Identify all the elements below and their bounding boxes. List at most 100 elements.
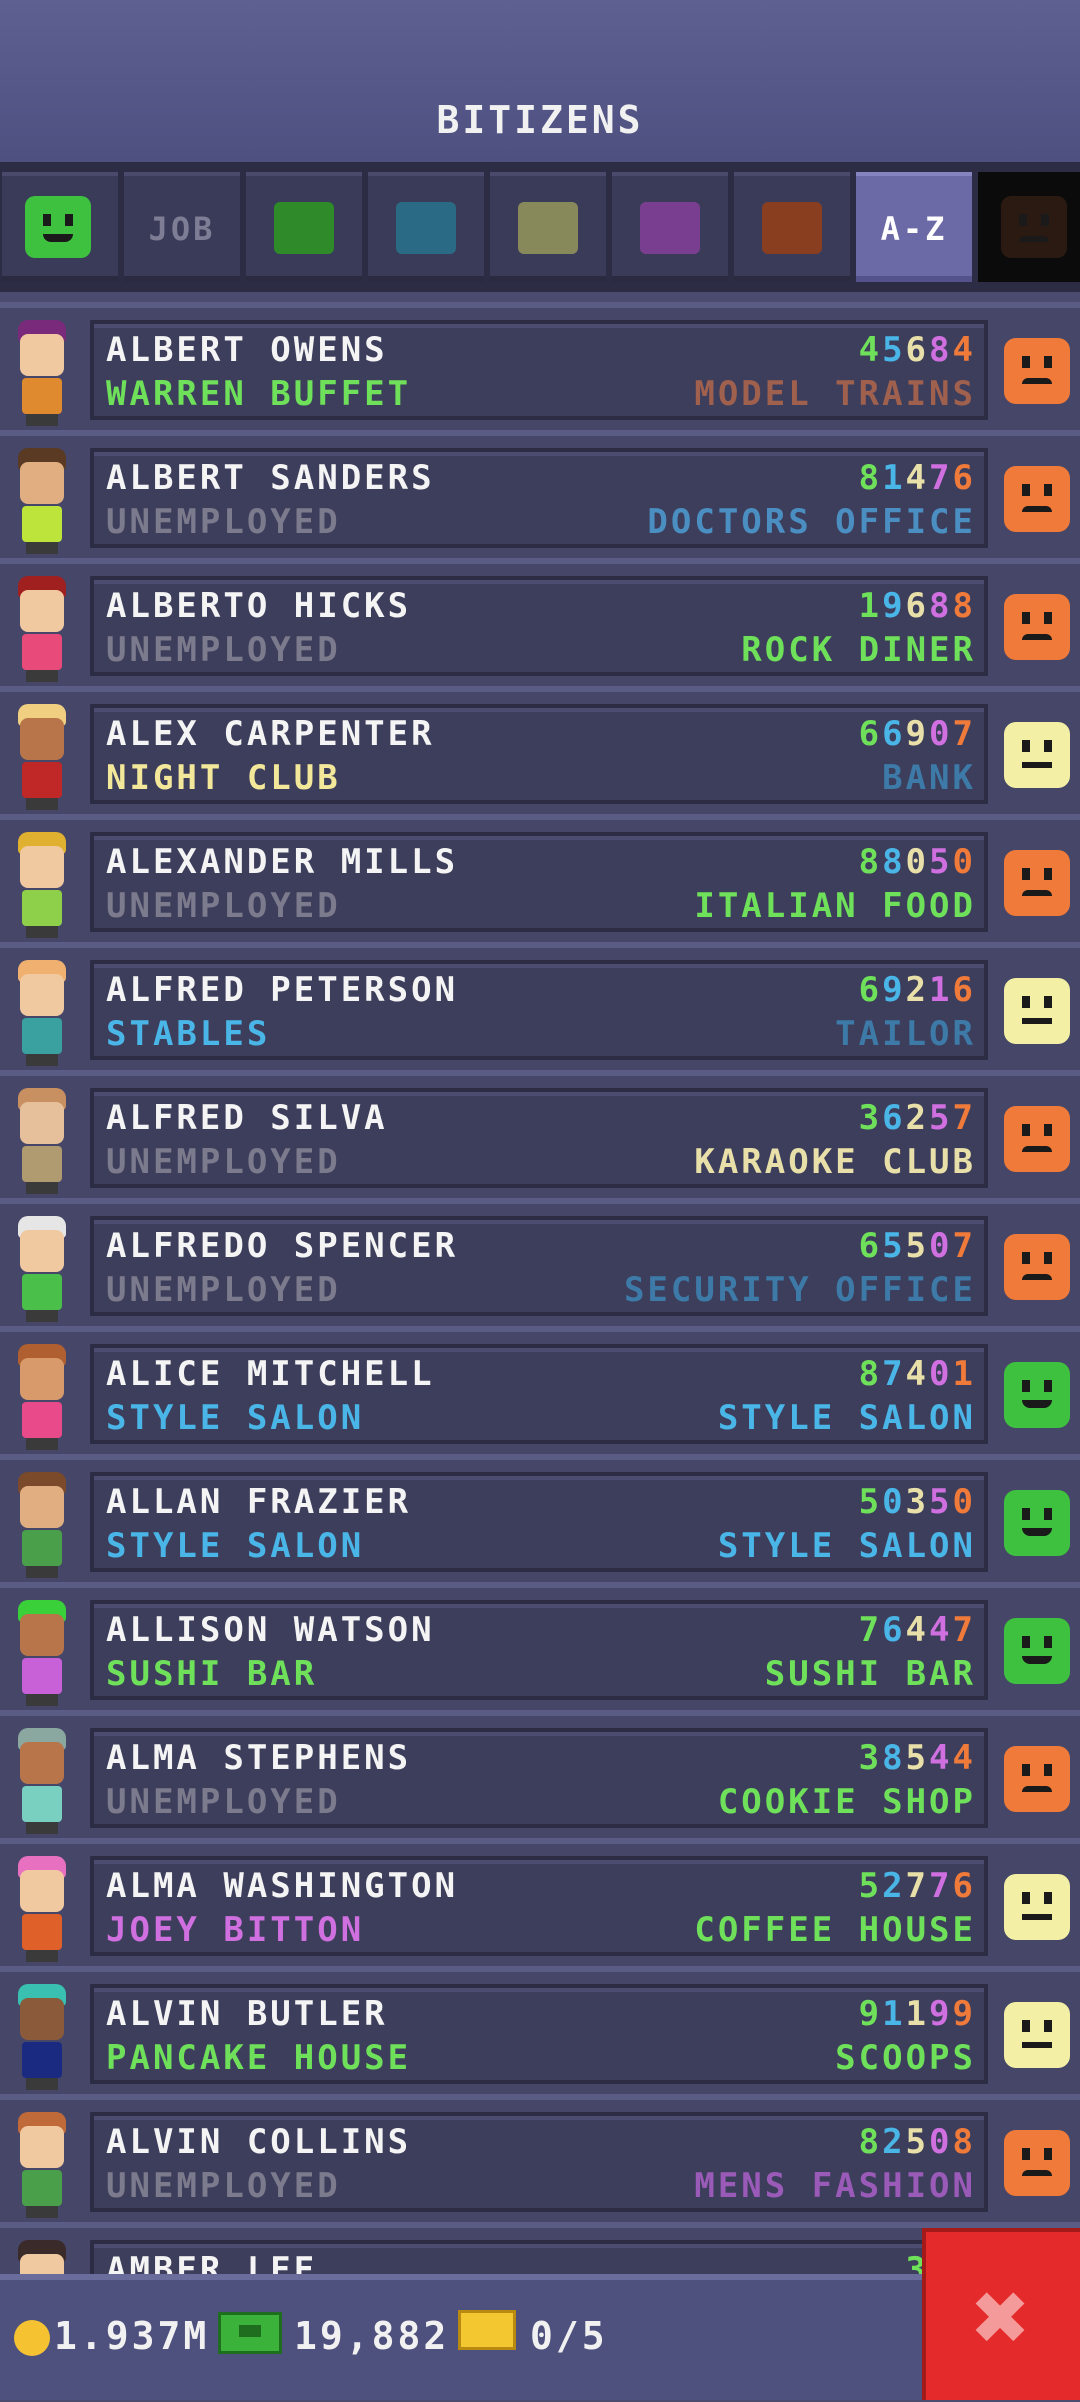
bitizen-name: ALLAN FRAZIER	[106, 1482, 412, 1522]
bitizen-home: ROCK DINER	[741, 630, 976, 670]
bitizen-row[interactable]: ALMA STEPHENS UNEMPLOYED 38544 COOKIE SHOP	[0, 1710, 1080, 1838]
bitizen-row[interactable]: ALFRED SILVA UNEMPLOYED 36257 KARAOKE CLUB	[0, 1070, 1080, 1198]
bitizen-avatar	[8, 704, 76, 812]
bitizen-row[interactable]: ALLISON WATSON SUSHI BAR 76447 SUSHI BAR	[0, 1582, 1080, 1710]
neutral-face-icon	[1004, 1874, 1070, 1940]
bitizen-name: ALVIN COLLINS	[106, 2122, 412, 2162]
bitizen-list[interactable]: ALBERT OWENS WARREN BUFFET 45684 MODEL TRAI…	[0, 292, 1080, 2274]
happy-face-icon	[1004, 1362, 1070, 1428]
color-swatch-icon	[274, 202, 334, 254]
bitizen-name: ALEXANDER MILLS	[106, 842, 459, 882]
happy-face-icon	[1004, 1618, 1070, 1684]
bitizen-row[interactable]: AMBER LEE335	[0, 2222, 1080, 2274]
tab-color-filter[interactable]	[490, 172, 606, 282]
bux-value: 19,882	[294, 2314, 450, 2358]
bitizen-avatar	[8, 1088, 76, 1196]
bitizen-job: STABLES	[106, 1014, 271, 1054]
color-swatch-icon	[518, 202, 578, 254]
bitizen-row[interactable]: ALBERTO HICKS UNEMPLOYED 19688 ROCK DINER	[0, 558, 1080, 686]
bitizen-row[interactable]: ALLAN FRAZIER STYLE SALON 50350 STYLE SALON	[0, 1454, 1080, 1582]
dream-job-number: 38544	[858, 1738, 976, 1778]
close-button[interactable]: ✖	[922, 2228, 1080, 2400]
sad-face-icon	[1004, 1106, 1070, 1172]
bitizen-home: KARAOKE CLUB	[694, 1142, 976, 1182]
bitizen-job: UNEMPLOYED	[106, 1142, 341, 1182]
bitizen-avatar	[8, 1856, 76, 1964]
bitizen-name: ALVIN BUTLER	[106, 1994, 388, 2034]
bitizen-home: STYLE SALON	[717, 1526, 976, 1566]
bitizen-card: ALFRED PETERSON STABLES 69216 TAILOR	[90, 960, 988, 1060]
bitizen-home: DOCTORS OFFICE	[647, 502, 976, 542]
bitizen-job: JOEY BITTON	[106, 1910, 365, 1950]
bitizen-avatar	[8, 448, 76, 556]
bitizen-avatar	[8, 1728, 76, 1836]
bitizen-row[interactable]: ALICE MITCHELL STYLE SALON 87401 STYLE SALO…	[0, 1326, 1080, 1454]
sad-face-icon	[1004, 2130, 1070, 2196]
color-swatch-icon	[396, 202, 456, 254]
bitizen-job: SUSHI BAR	[106, 1654, 318, 1694]
bitizen-card: ALMA STEPHENS UNEMPLOYED 38544 COOKIE SHOP	[90, 1728, 988, 1828]
bitizen-home: COFFEE HOUSE	[694, 1910, 976, 1950]
dream-job-number: 19688	[858, 586, 976, 626]
bitizen-home: MODEL TRAINS	[694, 374, 976, 414]
bitizen-home: BANK	[882, 758, 976, 798]
bitizen-name: ALBERT SANDERS	[106, 458, 435, 498]
bitizen-job: NIGHT CLUB	[106, 758, 341, 798]
bitizen-card: ALMA WASHINGTON JOEY BITTON 52776 COFFEE HO…	[90, 1856, 988, 1956]
bitizen-avatar	[8, 1472, 76, 1580]
bitizen-job: UNEMPLOYED	[106, 1782, 341, 1822]
tab-mood-sad[interactable]	[978, 172, 1080, 282]
bitizen-name: ALFRED PETERSON	[106, 970, 459, 1010]
bitizen-home: ITALIAN FOOD	[694, 886, 976, 926]
filter-tabs: JOB A-Z	[0, 162, 1080, 292]
bitizen-card: ALBERT SANDERS UNEMPLOYED 81476 DOCTORS OFF…	[90, 448, 988, 548]
sad-face-icon	[1004, 466, 1070, 532]
bitizen-row[interactable]: ALVIN BUTLER PANCAKE HOUSE 91199 SCOOPS	[0, 1966, 1080, 2094]
bitizen-row[interactable]: ALEXANDER MILLS UNEMPLOYED 88050 ITALIAN FO…	[0, 814, 1080, 942]
dream-job-number: 76447	[858, 1610, 976, 1650]
bitizen-card: ALFREDO SPENCER UNEMPLOYED 65507 SECURITY O…	[90, 1216, 988, 1316]
tab-mood-happy[interactable]	[2, 172, 118, 282]
sad-face-icon	[1004, 1746, 1070, 1812]
tab-color-filter[interactable]	[612, 172, 728, 282]
bitizen-name: ALMA STEPHENS	[106, 1738, 412, 1778]
bitizen-home: SECURITY OFFICE	[623, 1270, 976, 1310]
dream-job-number: 52776	[858, 1866, 976, 1906]
bitizen-card: ALLAN FRAZIER STYLE SALON 50350 STYLE SALON	[90, 1472, 988, 1572]
bitizen-avatar	[8, 1216, 76, 1324]
bitizen-row[interactable]: ALBERT OWENS WARREN BUFFET 45684 MODEL TRAI…	[0, 302, 1080, 430]
bitizen-name: ALICE MITCHELL	[106, 1354, 435, 1394]
bitizen-avatar	[8, 2240, 76, 2274]
bitizen-avatar	[8, 2112, 76, 2220]
dream-job-number: 88050	[858, 842, 976, 882]
bux-icon	[218, 2312, 282, 2354]
bitizen-job: STYLE SALON	[106, 1526, 365, 1566]
bitizen-job: WARREN BUFFET	[106, 374, 412, 414]
tab-job[interactable]: JOB	[124, 172, 240, 282]
bitizen-row[interactable]: ALFREDO SPENCER UNEMPLOYED 65507 SECURITY O…	[0, 1198, 1080, 1326]
tab-color-filter[interactable]	[734, 172, 850, 282]
bitizen-home: SUSHI BAR	[764, 1654, 976, 1694]
bitizen-row[interactable]: ALBERT SANDERS UNEMPLOYED 81476 DOCTORS OFF…	[0, 430, 1080, 558]
bitizen-row[interactable]: ALFRED PETERSON STABLES 69216 TAILOR	[0, 942, 1080, 1070]
tab-a-z[interactable]: A-Z	[856, 172, 972, 282]
bitizen-row[interactable]: ALEX CARPENTER NIGHT CLUB 66907 BANK	[0, 686, 1080, 814]
bitizen-name: ALMA WASHINGTON	[106, 1866, 459, 1906]
dream-job-number: 87401	[858, 1354, 976, 1394]
bitizen-job: UNEMPLOYED	[106, 1270, 341, 1310]
sad-face-icon	[1001, 196, 1067, 258]
bitizen-job: UNEMPLOYED	[106, 630, 341, 670]
bitizen-avatar	[8, 1984, 76, 2092]
bitizen-name: ALBERTO HICKS	[106, 586, 412, 626]
bitizen-card: AMBER LEE335	[90, 2240, 988, 2274]
sad-face-icon	[1004, 338, 1070, 404]
neutral-face-icon	[1004, 722, 1070, 788]
bitizen-card: ALVIN BUTLER PANCAKE HOUSE 91199 SCOOPS	[90, 1984, 988, 2084]
tab-color-filter[interactable]	[368, 172, 484, 282]
bitizen-row[interactable]: ALVIN COLLINS UNEMPLOYED 82508 MENS FASHION	[0, 2094, 1080, 2222]
tab-color-filter[interactable]	[246, 172, 362, 282]
tab-label: JOB	[148, 210, 216, 248]
bitizen-avatar	[8, 832, 76, 940]
bitizen-row[interactable]: ALMA WASHINGTON JOEY BITTON 52776 COFFEE HO…	[0, 1838, 1080, 1966]
page-title: BITIZENS	[436, 98, 644, 142]
